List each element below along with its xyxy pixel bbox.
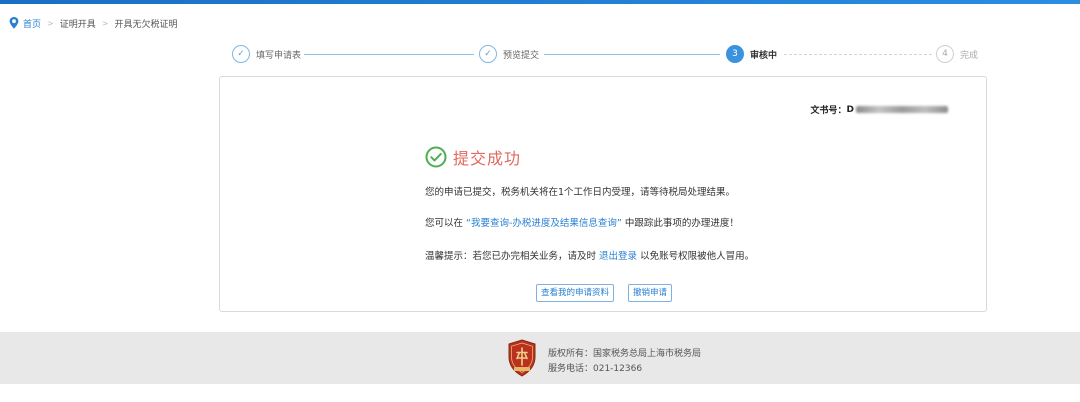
success-title: 提交成功 (453, 149, 522, 168)
breadcrumb-separator-icon: > (101, 18, 109, 28)
result-card: 文书号： D 提交成功 您的申请已提交，税务机关将在1个工作日内受理，请等待税局… (219, 76, 987, 312)
step-complete: 4 完成 (936, 44, 978, 64)
step-label: 完成 (960, 50, 979, 61)
document-number-label: 文书号： (810, 106, 847, 116)
view-application-button[interactable]: 查看我的申请资料 (536, 284, 615, 302)
submit-message: 您的申请已提交，税务机关将在1个工作日内受理，请等待税局处理结果。 (425, 187, 736, 198)
step-label: 填写申请表 (256, 50, 302, 61)
step-label: 审核中 (750, 50, 778, 61)
logout-tip-message: 温馨提示：若您已办完相关业务，请及时 退出登录 以免账号权限被他人冒用。 (425, 248, 754, 262)
breadcrumb-item-current: 开具无欠税证明 (114, 19, 178, 30)
breadcrumb-separator-icon: > (47, 18, 54, 28)
progress-steps: ✓ 填写申请表 ✓ 预览提交 3 审核中 4 完成 (232, 44, 980, 64)
logout-link[interactable]: 退出登录 (599, 251, 637, 262)
breadcrumb-item-certificate[interactable]: 证明开具 (60, 17, 96, 30)
check-icon: ✓ (232, 45, 250, 63)
breadcrumb: 首页 > 证明开具 > 开具无欠税证明 (9, 16, 177, 30)
document-number-redacted (856, 106, 948, 113)
tip-message-suffix: 以免账号权限被他人冒用。 (640, 251, 755, 262)
track-progress-message: 您可以在 “我要查询-办税进度及结果信息查询” 中跟踪此事项的办理进度！ (425, 215, 739, 229)
document-number-prefix: D (846, 104, 854, 115)
track-message-prefix: 您可以在 (425, 218, 464, 229)
success-check-icon (425, 146, 447, 168)
success-header: 提交成功 (425, 145, 521, 169)
footer-phone: 服务电话：021-12366 (548, 364, 643, 374)
step-preview-submit: ✓ 预览提交 (479, 44, 539, 64)
tip-message-prefix: 温馨提示：若您已办完相关业务，请及时 (425, 251, 597, 262)
step-connector (784, 54, 932, 55)
step-connector (544, 54, 720, 55)
track-message-suffix: 中跟踪此事项的办理进度！ (624, 218, 739, 229)
top-accent-bar (0, 0, 1080, 4)
step-connector (304, 54, 474, 55)
breadcrumb-home-link[interactable]: 首页 (23, 17, 41, 30)
step-reviewing: 3 审核中 (726, 44, 777, 64)
document-number: 文书号： D (810, 103, 948, 116)
location-pin-icon (9, 17, 19, 29)
page-footer: 版权所有：国家税务总局上海市税务局 服务电话：021-12366 (0, 332, 1080, 384)
step-number: 4 (936, 45, 954, 63)
footer-copyright: 版权所有：国家税务总局上海市税务局 (548, 349, 702, 359)
bottom-whitespace (0, 384, 1080, 402)
step-number: 3 (726, 45, 744, 63)
check-icon: ✓ (479, 45, 497, 63)
progress-query-link[interactable]: “我要查询-办税进度及结果信息查询” (466, 218, 622, 229)
step-fill-form: ✓ 填写申请表 (232, 44, 301, 64)
step-label: 预览提交 (503, 50, 540, 61)
revoke-application-button[interactable]: 撤销申请 (628, 284, 673, 302)
tax-bureau-emblem-icon (508, 339, 536, 377)
